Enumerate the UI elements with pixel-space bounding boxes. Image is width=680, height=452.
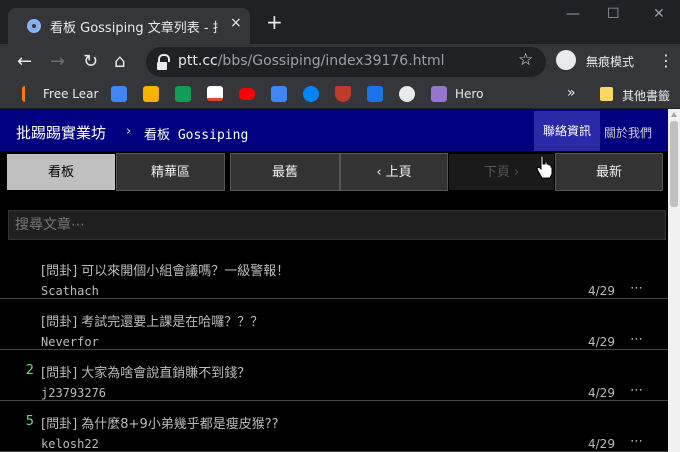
browser-tab[interactable]: 看板 Gossiping 文章列表 - 批踢踢 ×: [8, 8, 250, 44]
article-title[interactable]: [問卦] 大家為啥會說直銷賺不到錢？: [41, 362, 250, 381]
article-date: 4/29: [588, 386, 615, 400]
incognito-label[interactable]: 無痕模式: [586, 53, 634, 70]
search-input[interactable]: [9, 211, 665, 239]
free-learning-icon[interactable]: [22, 86, 33, 102]
youtube-icon[interactable]: [239, 88, 255, 100]
lock-icon[interactable]: [157, 54, 170, 70]
more-bookmarks-icon[interactable]: »: [567, 85, 576, 101]
github-icon[interactable]: [399, 86, 415, 102]
ptt-page: 批踢踢實業坊 › 看板 Gossiping 聯絡資訊 關於我們 看板 精華區 最…: [0, 109, 668, 452]
browser-toolbar: ← → ↻ ⌂ ptt.cc/bbs/Gossiping/index39176.…: [0, 44, 680, 80]
tab-digest[interactable]: 精華區: [116, 153, 225, 191]
incognito-icon[interactable]: [556, 50, 576, 70]
page-scrollbar[interactable]: [668, 109, 680, 452]
google-translate-icon[interactable]: [271, 86, 287, 102]
gmail-icon[interactable]: [207, 86, 223, 101]
browser-menu-icon[interactable]: ⋮: [658, 51, 674, 70]
article-title[interactable]: [問卦] 為什麼8+9小弟幾乎都是瘦皮猴??: [41, 413, 279, 432]
forward-icon[interactable]: →: [50, 50, 65, 74]
calendar-icon[interactable]: [367, 86, 383, 102]
about-link[interactable]: 關於我們: [604, 124, 652, 141]
more-options-icon[interactable]: ⋯: [630, 332, 644, 347]
address-bar[interactable]: ptt.cc/bbs/Gossiping/index39176.html ☆: [146, 47, 546, 77]
maximize-icon[interactable]: ☐: [607, 6, 620, 22]
article-row[interactable]: 2 [問卦] 大家為啥會說直銷賺不到錢？ j23793276 4/29 ⋯: [0, 350, 668, 401]
hand-cursor-icon: [536, 155, 553, 179]
google-slides-icon[interactable]: [143, 86, 159, 102]
article-row[interactable]: [問卦] 考試完還要上課是在哈囉？？？ Neverfor 4/29 ⋯: [0, 299, 668, 350]
site-logo-link[interactable]: 批踢踢實業坊: [16, 122, 106, 143]
close-tab-icon[interactable]: ×: [230, 15, 242, 31]
article-author: j23793276: [41, 386, 107, 400]
minimize-icon[interactable]: —: [566, 6, 580, 22]
hero-icon[interactable]: [431, 86, 447, 102]
oldest-button[interactable]: 最舊: [230, 153, 340, 191]
article-date: 4/29: [588, 437, 615, 451]
scrollbar-thumb[interactable]: [670, 121, 678, 207]
reload-icon[interactable]: ↻: [83, 50, 98, 74]
home-icon[interactable]: ⌂: [114, 50, 125, 74]
article-row[interactable]: 5 [問卦] 為什麼8+9小弟幾乎都是瘦皮猴?? kelosh22 4/29 ⋯: [0, 401, 668, 452]
bookmark-star-icon[interactable]: ☆: [518, 50, 533, 70]
contact-link[interactable]: 聯絡資訊: [534, 111, 600, 151]
article-title[interactable]: [問卦] 考試完還要上課是在哈囉？？？: [41, 311, 263, 330]
bookmarks-bar: Free Lear Hero » 其他書籤: [0, 80, 680, 109]
messenger-icon[interactable]: [303, 86, 319, 102]
tab-board[interactable]: 看板: [6, 153, 116, 191]
bookmark-hero[interactable]: Hero: [455, 87, 483, 101]
ptt-favicon-icon: [27, 19, 41, 33]
prev-page-button[interactable]: ‹ 上頁: [340, 153, 448, 191]
tab-title: 看板 Gossiping 文章列表 - 批踢踢: [50, 21, 218, 36]
bookmark-free-lear[interactable]: Free Lear: [43, 87, 98, 101]
search-box[interactable]: [8, 210, 666, 240]
google-sheets-icon[interactable]: [175, 86, 191, 102]
newest-button[interactable]: 最新: [555, 153, 663, 191]
recommend-count: 2: [25, 363, 34, 378]
breadcrumb-separator: ›: [126, 124, 132, 139]
more-options-icon[interactable]: ⋯: [630, 434, 644, 449]
article-title[interactable]: [問卦] 可以來開個小組會議嗎？一級警報！: [41, 260, 289, 279]
folder-icon[interactable]: [600, 87, 613, 101]
article-date: 4/29: [588, 335, 615, 349]
scroll-up-icon[interactable]: [671, 112, 677, 117]
google-docs-icon[interactable]: [111, 86, 127, 102]
article-row[interactable]: [問卦] 可以來開個小組會議嗎？一級警報！ Scathach 4/29 ⋯: [0, 248, 668, 299]
more-options-icon[interactable]: ⋯: [630, 281, 644, 296]
board-link[interactable]: 看板 Gossiping: [144, 124, 248, 143]
back-icon[interactable]: ←: [17, 50, 32, 74]
tab-strip: 看板 Gossiping 文章列表 - 批踢踢 × + — ☐ ✕: [0, 0, 680, 44]
recommend-count: 5: [25, 414, 34, 429]
site-header: 批踢踢實業坊 › 看板 Gossiping 聯絡資訊 關於我們: [0, 109, 668, 151]
article-author: Neverfor: [41, 335, 99, 349]
close-window-icon[interactable]: ✕: [653, 6, 665, 22]
new-tab-icon[interactable]: +: [266, 12, 283, 32]
url-text[interactable]: ptt.cc/bbs/Gossiping/index39176.html: [178, 53, 445, 69]
article-author: Scathach: [41, 284, 99, 298]
crest-icon[interactable]: [335, 86, 351, 102]
article-author: kelosh22: [41, 437, 99, 451]
other-bookmarks[interactable]: 其他書籤: [622, 87, 670, 104]
more-options-icon[interactable]: ⋯: [630, 383, 644, 398]
article-date: 4/29: [588, 284, 615, 298]
